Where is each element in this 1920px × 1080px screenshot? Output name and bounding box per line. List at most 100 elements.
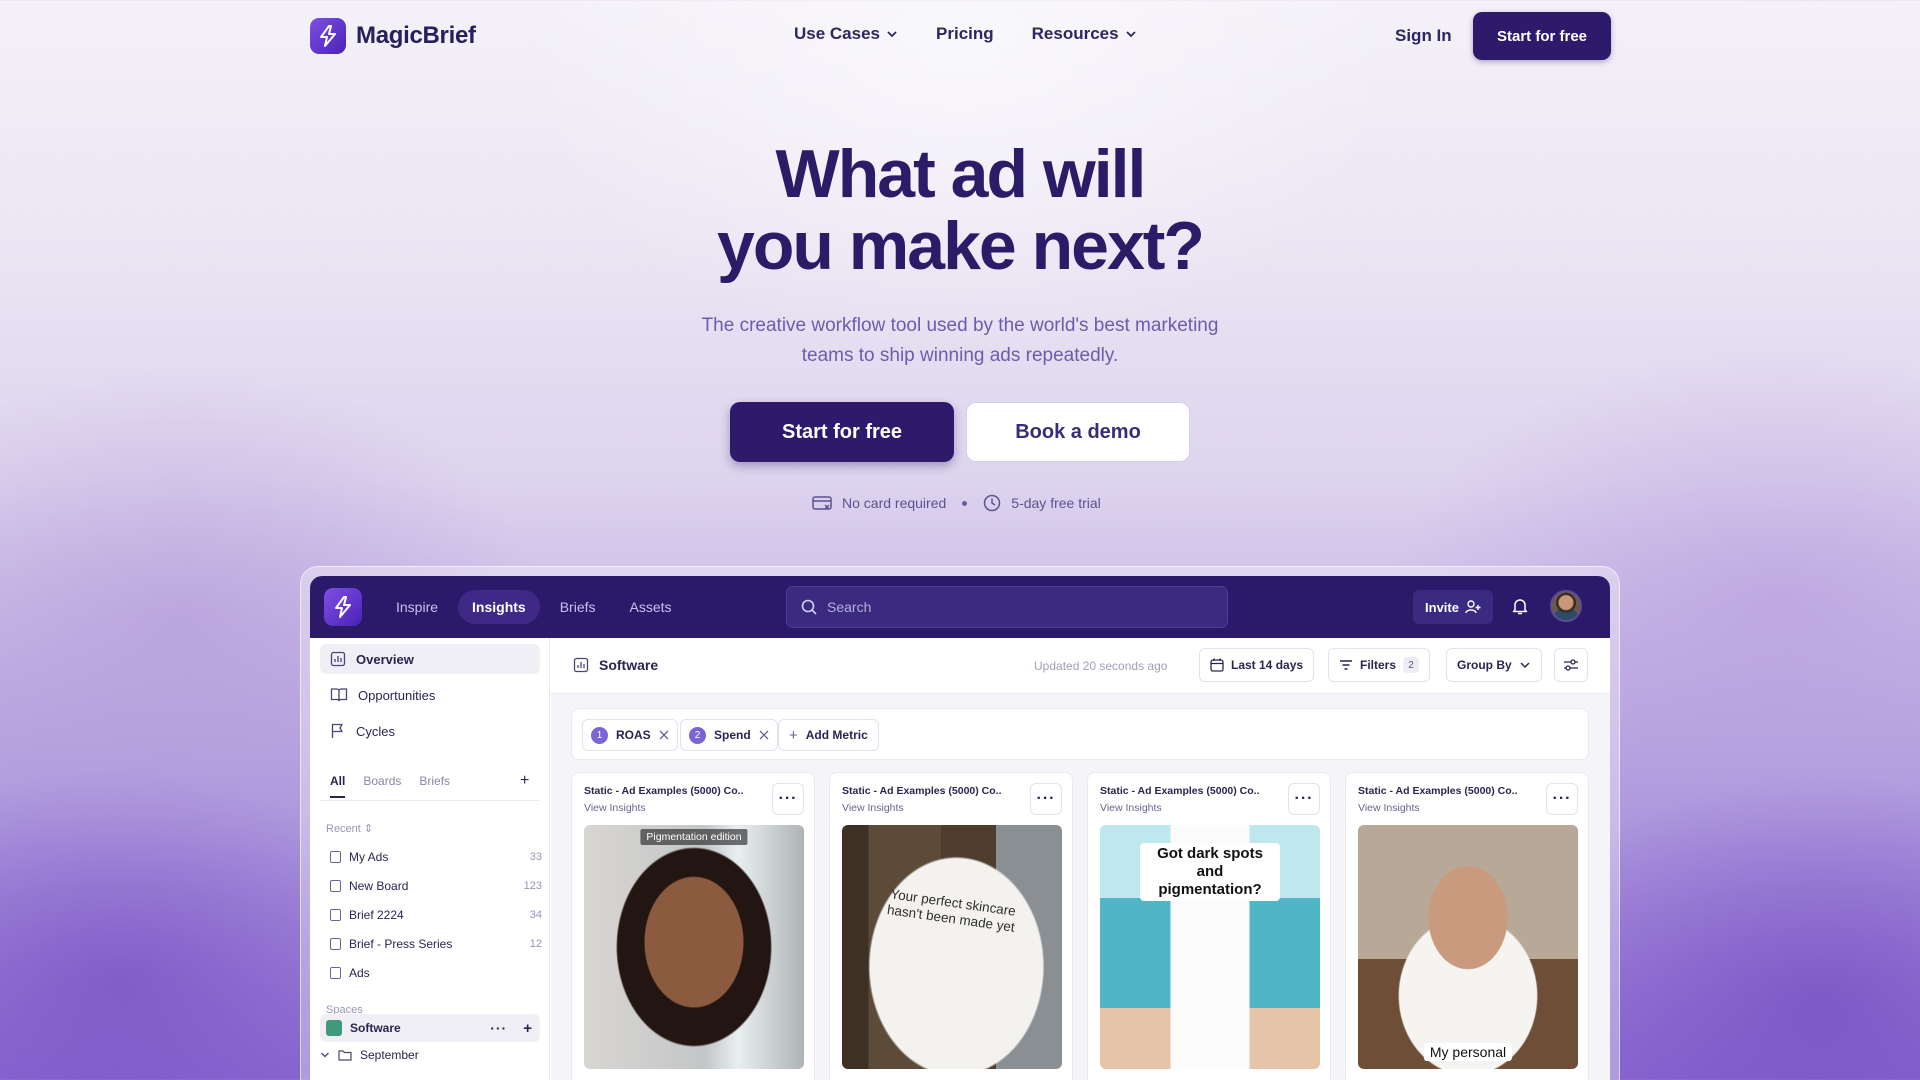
hero-subtitle-line1: The creative workflow tool used by the w… [701,315,1219,336]
metric-order-badge: 2 [689,726,706,744]
nav-use-cases[interactable]: Use Cases [794,24,898,44]
sidebar-item-cycles[interactable]: Cycles [320,716,540,746]
tab-briefs[interactable]: Briefs [546,590,610,624]
sidebar-add-icon[interactable]: + [520,772,529,790]
sidebar-tab-all[interactable]: All [330,774,346,798]
book-demo-button[interactable]: Book a demo [966,402,1190,462]
hero-title: What ad will you make next? [0,138,1920,282]
add-metric-label: Add Metric [805,728,868,742]
nav-resources[interactable]: Resources [1032,24,1137,44]
view-insights-link[interactable]: View Insights [842,802,904,814]
hero-title-line1: What ad will [775,136,1147,212]
sidebar-filter-tabs: All Boards Briefs [330,774,450,798]
app-tabs: Inspire Insights Briefs Assets [382,590,686,624]
close-icon[interactable] [659,730,669,740]
space-item-software[interactable]: Software ··· + [320,1014,540,1042]
metric-chip-spend[interactable]: 2 Spend [680,719,778,751]
metric-bar: 1 ROAS 2 Spend + Add Metric [571,708,1589,760]
list-item[interactable]: Ads [330,966,542,980]
nav-use-cases-label: Use Cases [794,24,881,43]
nav-pricing[interactable]: Pricing [936,24,994,44]
metric-chip-roas[interactable]: 1 ROAS [582,719,678,751]
credit-card-off-icon [812,496,832,510]
more-icon[interactable]: ··· [490,1020,507,1036]
board-icon [330,967,341,979]
main-content: Software Updated 20 seconds ago Last 14 … [551,638,1610,1080]
view-insights-link[interactable]: View Insights [1358,802,1420,814]
more-options-button[interactable]: ··· [1546,783,1578,815]
list-item[interactable]: My Ads 33 [330,850,542,864]
ad-card[interactable]: Static - Ad Examples (5000) Co.. View In… [571,772,815,1080]
folder-icon [338,1050,352,1061]
brief-icon [330,938,341,950]
brand-logo[interactable]: MagicBrief [310,18,476,54]
tab-inspire[interactable]: Inspire [382,590,452,624]
ad-thumbnail[interactable]: Pigmentation edition [584,825,804,1069]
more-options-button[interactable]: ··· [1030,783,1062,815]
date-range-button[interactable]: Last 14 days [1199,648,1315,682]
ad-card[interactable]: Static - Ad Examples (5000) Co.. View In… [1087,772,1331,1080]
filters-button[interactable]: Filters 2 [1328,648,1431,682]
notification-bell-icon[interactable] [1510,596,1530,616]
sidebar-item-opportunities[interactable]: Opportunities [320,680,540,710]
app-topbar: Inspire Insights Briefs Assets Search In… [310,576,1610,638]
group-by-select[interactable]: Group By [1446,648,1542,682]
list-item[interactable]: Brief 2224 34 [330,908,542,922]
hero-subtitle-line2: teams to ship winning ads repeatedly. [801,345,1119,366]
sort-icon: ⇕ [363,823,374,835]
hero-perks: No card required 5-day free trial [812,494,1101,512]
user-avatar[interactable] [1550,590,1582,622]
more-options-button[interactable]: ··· [1288,783,1320,815]
list-item[interactable]: Brief - Press Series 12 [330,937,542,951]
view-insights-link[interactable]: View Insights [1100,802,1162,814]
add-icon[interactable]: + [523,1020,532,1037]
nav-resources-label: Resources [1031,24,1119,43]
sidebar-divider [320,800,540,801]
ad-thumbnail[interactable]: Got dark spots and pigmentation? [1100,825,1320,1069]
updated-status: Updated 20 seconds ago [1034,659,1168,673]
app-preview: Inspire Insights Briefs Assets Search In… [310,576,1610,1080]
settings-sliders-button[interactable] [1554,648,1588,682]
sidebar-tab-boards[interactable]: Boards [363,774,401,798]
sidebar-tab-briefs[interactable]: Briefs [419,774,450,798]
plus-icon: + [789,726,798,744]
ad-overlay-text: My personal [1423,1043,1513,1061]
perk-separator [962,500,968,506]
ad-card-title: Static - Ad Examples (5000) Co.. [584,785,744,797]
close-icon[interactable] [759,730,769,740]
perk-free-trial: 5-day free trial [1011,495,1101,511]
ad-thumbnail[interactable]: My personal [1358,825,1578,1069]
ad-card[interactable]: Static - Ad Examples (5000) Co.. View In… [829,772,1073,1080]
calendar-icon [1210,658,1224,672]
view-insights-link[interactable]: View Insights [584,802,646,814]
page-title: Software [573,657,658,673]
tab-insights[interactable]: Insights [458,590,540,624]
ad-card-title: Static - Ad Examples (5000) Co.. [1358,785,1518,797]
space-color-icon [326,1020,342,1036]
hero-start-free-button[interactable]: Start for free [730,402,954,462]
folder-item-september[interactable]: September [320,1048,532,1062]
ad-thumbnail[interactable]: Your perfect skincare hasn't been made y… [842,825,1062,1069]
sidebar-item-label: Opportunities [358,687,436,703]
search-input[interactable]: Search [786,586,1228,628]
invite-button[interactable]: Invite [1413,590,1493,624]
sign-in-link[interactable]: Sign In [1395,26,1452,46]
chart-icon [330,651,346,667]
sidebar-item-overview[interactable]: Overview [320,644,540,674]
list-item-count: 34 [529,909,542,921]
ad-card-title: Static - Ad Examples (5000) Co.. [1100,785,1260,797]
ad-card[interactable]: Static - Ad Examples (5000) Co.. View In… [1345,772,1589,1080]
recent-heading-label: Recent [326,823,361,835]
add-metric-button[interactable]: + Add Metric [778,719,879,751]
more-options-button[interactable]: ··· [772,783,804,815]
nav-start-free-button[interactable]: Start for free [1473,12,1611,60]
app-logo-icon[interactable] [324,588,362,626]
filters-count-badge: 2 [1403,657,1420,673]
tab-assets[interactable]: Assets [616,590,686,624]
search-icon [801,599,817,615]
metric-order-badge: 1 [591,726,608,744]
magicbrief-logo-icon [310,18,346,54]
recent-heading[interactable]: Recent ⇕ [326,822,373,835]
list-item[interactable]: New Board 123 [330,879,542,893]
filter-icon [1340,660,1352,670]
